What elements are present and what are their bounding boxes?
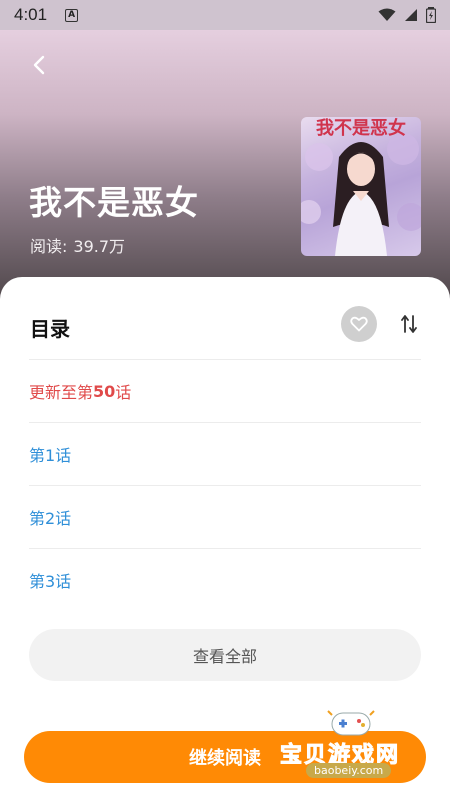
cover-title: 我不是恶女	[316, 118, 406, 139]
heart-icon	[350, 316, 368, 332]
sort-button[interactable]	[396, 310, 422, 338]
view-all-button[interactable]: 查看全部	[29, 629, 421, 681]
favorite-button[interactable]	[341, 306, 377, 342]
chapter-item[interactable]: 第2话	[29, 485, 421, 548]
read-count: 阅读: 39.7万	[30, 233, 125, 257]
back-button[interactable]	[22, 48, 56, 82]
book-header: 我不是恶女 阅读: 39.7万 我不是恶女	[0, 30, 450, 310]
status-icons	[378, 7, 436, 23]
status-time: 4:01	[14, 5, 48, 24]
continue-reading-button[interactable]: 继续阅读	[24, 731, 426, 783]
read-count-value: 39.7万	[73, 237, 126, 256]
latest-update-item[interactable]: 更新至第 50 话	[29, 359, 421, 422]
notification-icon: A	[65, 8, 79, 22]
battery-icon	[426, 7, 436, 23]
update-number: 50	[93, 381, 116, 401]
book-cover[interactable]: 我不是恶女	[301, 117, 421, 256]
update-prefix: 更新至第	[29, 383, 94, 402]
wifi-icon	[378, 8, 396, 21]
book-title: 我不是恶女	[29, 183, 199, 222]
toc-panel: 目录 更新至第 50 话 第1话 第2话 第3话 查看全部	[0, 277, 450, 800]
chapter-item[interactable]: 第1话	[29, 422, 421, 485]
chapter-item[interactable]: 第3话	[29, 548, 421, 611]
toc-title: 目录	[30, 317, 70, 341]
sort-arrows-icon	[401, 315, 417, 333]
update-suffix: 话	[115, 383, 132, 402]
status-bar: 4:01 A	[0, 0, 450, 30]
read-label: 阅读:	[30, 237, 68, 256]
chevron-left-icon	[33, 55, 45, 75]
signal-icon	[405, 9, 417, 21]
